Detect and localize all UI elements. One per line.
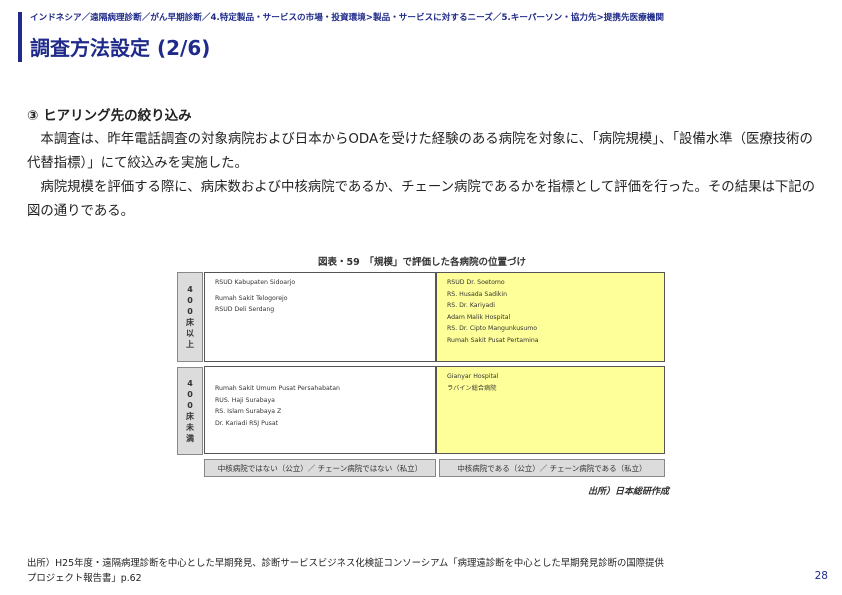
- cell-top-left: RSUD Kabupaten Sidoarjo Rumah Sakit Telo…: [204, 272, 436, 362]
- footnote-line: プロジェクト報告書」p.62: [27, 573, 142, 584]
- footnote-line: 出所）H25年度・遠隔病理診断を中心とした早期発見、診断サービスビジネス化検証コ…: [27, 558, 664, 569]
- row-label-400-plus: 400床以上: [177, 272, 203, 362]
- paragraph: 病院規模を評価する際に、病床数および中核病院であるか、チェーン病院であるかを指標…: [27, 180, 816, 219]
- hospital-name: Dr. Kariadi RSJ Pusat: [215, 419, 279, 427]
- positioning-figure: 図表・59 「規模」で評価した各病院の位置づけ 400床以上 400床未満 RS…: [175, 254, 669, 504]
- cell-bottom-left: Rumah Sakit Umum Pusat Persahabatan RUS.…: [204, 366, 436, 454]
- column-label-core: 中核病院である（公立）／ チェーン病院である（私立）: [439, 459, 665, 477]
- hospital-name: RSUD Dr. Soetomo: [447, 279, 505, 286]
- hospital-name: RSUD Deli Serdang: [215, 306, 275, 313]
- cell-top-right: RSUD Dr. Soetomo RS. Husada Sadikin RS. …: [436, 272, 665, 362]
- row-label-under-400: 400床未満: [177, 367, 203, 455]
- figure-title: 図表・59 「規模」で評価した各病院の位置づけ: [318, 257, 526, 268]
- hospital-name: Adam Malik Hospital: [447, 313, 511, 321]
- hospital-name: ラバイン総合病院: [447, 384, 497, 392]
- body-text: 本調査は、昨年電話調査の対象病院および日本からODAを受けた経験のある病院を対象…: [27, 128, 823, 224]
- cell-bottom-right: Gianyar Hospital ラバイン総合病院: [436, 366, 665, 454]
- section-heading: ③ ヒアリング先の絞り込み: [27, 108, 192, 124]
- breadcrumb: インドネシア／遠隔病理診断／がん早期診断／4.特定製品・サービスの市場・投資環境…: [30, 13, 664, 23]
- hospital-name: RS. Dr. Kariyadi: [447, 302, 495, 309]
- hospital-name: RS. Dr. Cipto Mangunkusumo: [447, 325, 538, 332]
- page-number: 28: [814, 570, 828, 582]
- hospital-name: RSUD Kabupaten Sidoarjo: [215, 279, 296, 286]
- page-title: 調査方法設定 (2/6): [30, 36, 211, 60]
- hospital-name: Gianyar Hospital: [447, 373, 499, 380]
- footnote: 出所）H25年度・遠隔病理診断を中心とした早期発見、診断サービスビジネス化検証コ…: [27, 556, 664, 586]
- paragraph: 本調査は、昨年電話調査の対象病院および日本からODAを受けた経験のある病院を対象…: [27, 132, 813, 171]
- title-accent-bar: [18, 12, 22, 62]
- column-label-non-core: 中核病院ではない（公立）／ チェーン病院ではない（私立）: [204, 459, 436, 477]
- hospital-name: RS. Islam Surabaya Z: [215, 408, 282, 415]
- hospital-name: Rumah Sakit Telogorejo: [215, 294, 288, 302]
- figure-source: 出所）日本総研作成: [587, 487, 669, 497]
- hospital-name: Rumah Sakit Umum Pusat Persahabatan: [215, 385, 340, 392]
- hospital-name: Rumah Sakit Pusat Pertamina: [447, 336, 539, 344]
- hospital-name: RUS. Haji Surabaya: [215, 396, 275, 404]
- hospital-name: RS. Husada Sadikin: [447, 290, 508, 298]
